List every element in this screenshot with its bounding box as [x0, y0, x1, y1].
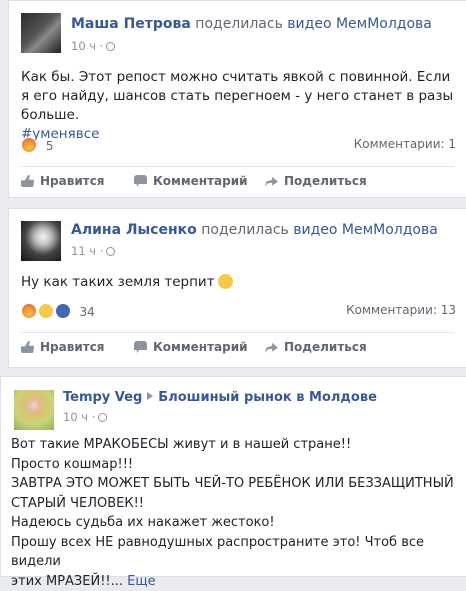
- post-timestamp[interactable]: 10 ч ·: [63, 410, 107, 424]
- thumb-up-icon: [21, 175, 34, 187]
- angry-reaction-icon[interactable]: [21, 137, 37, 153]
- comment-bubble-icon: [134, 341, 147, 353]
- share-arrow-icon: [265, 175, 278, 187]
- share-arrow-icon: [265, 341, 278, 353]
- author-name[interactable]: Tempy Veg: [63, 390, 142, 405]
- text-line: Прошу всех НЕ равнодушных распространите…: [11, 533, 458, 572]
- share-action-text: поделилась: [195, 16, 283, 32]
- reactions-count[interactable]: 5: [46, 139, 54, 153]
- reactions-bar: 34 Комментарии: 13: [21, 303, 456, 321]
- sad-reaction-icon[interactable]: [38, 303, 54, 319]
- comment-button[interactable]: Комментарий: [134, 174, 248, 188]
- like-reaction-icon[interactable]: [55, 303, 71, 319]
- comments-count[interactable]: Комментарии: 13: [346, 303, 456, 317]
- triangle-right-icon: [147, 392, 153, 400]
- like-button[interactable]: Нравится: [21, 174, 105, 188]
- comments-count[interactable]: Комментарии: 1: [354, 137, 456, 151]
- post-card: Маша Петрова поделилась видео МемМолдова…: [8, 0, 466, 198]
- see-more-link[interactable]: Еще: [127, 574, 155, 589]
- thumb-up-icon: [21, 341, 34, 353]
- text-line: ЗАВТРА ЭТО МОЖЕТ БЫТЬ ЧЕЙ-ТО РЕБЁНОК ИЛИ…: [11, 474, 458, 494]
- reactions-bar: 5 Комментарии: 1: [21, 137, 456, 155]
- post-text: Ну как таких земля терпит: [21, 273, 458, 292]
- comment-button[interactable]: Комментарий: [134, 340, 248, 354]
- like-button[interactable]: Нравится: [21, 340, 105, 354]
- post-header: Tempy Veg Блошиный рынок в Молдове: [63, 390, 377, 405]
- action-bar: Нравится Комментарий Поделиться: [21, 166, 454, 195]
- post-timestamp[interactable]: 10 ч ·: [71, 39, 115, 53]
- post-header: Алина Лысенко поделилась видео МемМолдов…: [71, 222, 438, 238]
- group-link[interactable]: Блошиный рынок в Молдове: [158, 390, 377, 405]
- text-line: этих МРАЗЕЙ!!... Еще: [11, 572, 458, 591]
- text-line: Просто кошмар!!!: [11, 455, 458, 475]
- globe-icon: [106, 247, 115, 256]
- text-line: Вот такие МРАКОБЕСЫ живут и в нашей стра…: [11, 435, 458, 455]
- text-line: СТАРЫЙ ЧЕЛОВЕК!!: [11, 494, 458, 514]
- author-name[interactable]: Маша Петрова: [71, 16, 191, 32]
- comment-bubble-icon: [134, 175, 147, 187]
- post-text: Как бы. Этот репост можно считать явкой …: [21, 68, 458, 144]
- share-action-text: поделилась: [201, 222, 289, 238]
- reactions-count[interactable]: 34: [79, 305, 94, 319]
- post-text: Вот такие МРАКОБЕСЫ живут и в нашей стра…: [11, 435, 458, 591]
- shared-video-link[interactable]: видео МемМолдова: [293, 222, 438, 238]
- globe-icon: [98, 413, 107, 422]
- avatar[interactable]: [14, 390, 54, 430]
- avatar[interactable]: [21, 221, 61, 261]
- author-name[interactable]: Алина Лысенко: [71, 222, 197, 238]
- avatar[interactable]: [21, 13, 61, 53]
- post-card: Алина Лысенко поделилась видео МемМолдов…: [8, 208, 466, 368]
- post-header: Маша Петрова поделилась видео МемМолдова: [71, 16, 432, 32]
- action-bar: Нравится Комментарий Поделиться: [21, 332, 454, 361]
- share-button[interactable]: Поделиться: [265, 340, 367, 354]
- sad-emoji-icon: [218, 274, 233, 289]
- angry-reaction-icon[interactable]: [21, 303, 37, 319]
- share-button[interactable]: Поделиться: [265, 174, 367, 188]
- post-card: Tempy Veg Блошиный рынок в Молдове 10 ч ·…: [0, 376, 466, 577]
- text-line: Надеюсь судьба их накажет жестоко!: [11, 513, 458, 533]
- shared-video-link[interactable]: видео МемМолдова: [287, 16, 432, 32]
- globe-icon: [106, 42, 115, 51]
- post-timestamp[interactable]: 11 ч ·: [71, 244, 115, 258]
